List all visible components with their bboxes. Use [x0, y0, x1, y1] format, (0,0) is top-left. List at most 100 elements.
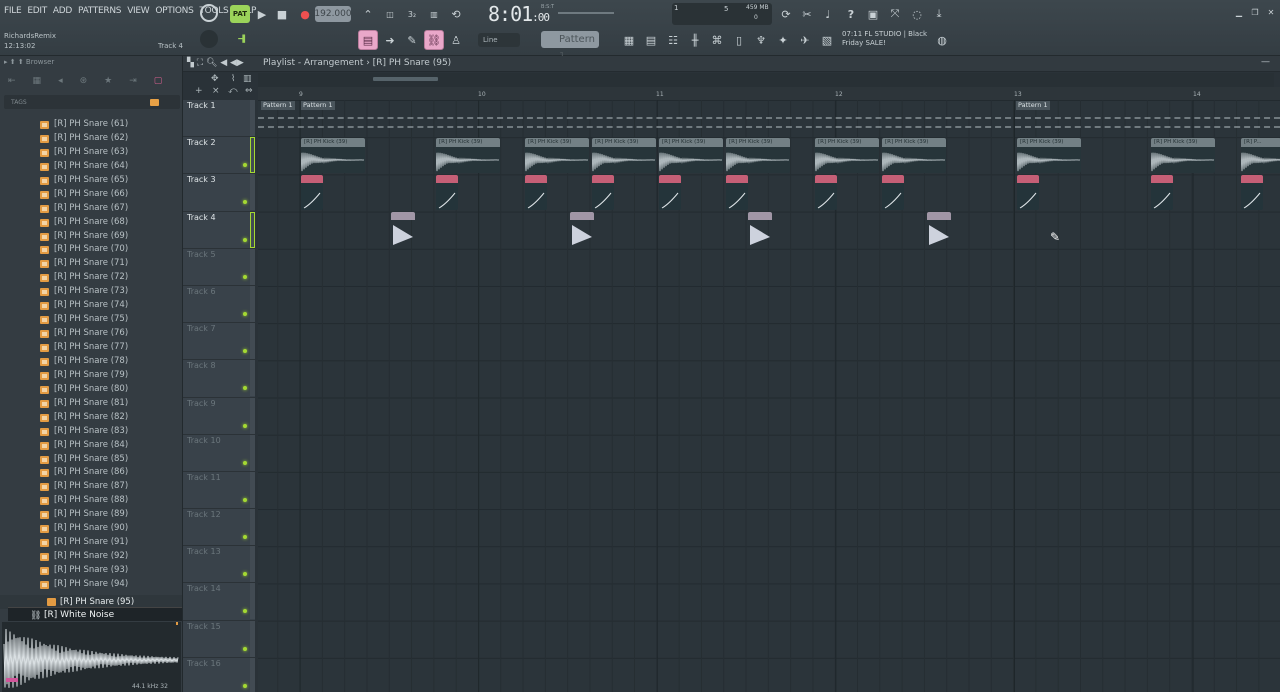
track-mute-led[interactable]	[243, 535, 247, 540]
track-header-4[interactable]: Track 4	[183, 211, 255, 249]
record-icon[interactable]: ●	[295, 4, 315, 24]
faders-icon[interactable]: ╫	[685, 30, 705, 50]
pattern-clip-label[interactable]: Pattern 1	[1016, 101, 1050, 110]
playlist-overview-scrollbar[interactable]	[258, 73, 1274, 87]
browser-list-item[interactable]: [R] PH Snare (91)	[0, 536, 182, 550]
track-mute-led[interactable]	[243, 237, 247, 242]
file-icon[interactable]: ▯	[729, 30, 749, 50]
network-icon[interactable]: ⌘	[707, 30, 727, 50]
browser-list-item[interactable]: [R] PH Snare (62)	[0, 132, 182, 146]
master-volume-knob[interactable]	[200, 4, 218, 22]
browser-list-item[interactable]: [R] PH Snare (85)	[0, 453, 182, 467]
menu-edit[interactable]: EDIT	[27, 6, 47, 16]
browser-list-item[interactable]: [R] PH Snare (87)	[0, 480, 182, 494]
globe-icon[interactable]: ◍	[932, 30, 952, 50]
snare-audio-clip[interactable]	[815, 175, 837, 210]
playlist-titlebar[interactable]: ▚ ⛶ 🔍︎ ◀ ◀▶ Playlist - Arrangement › [R]…	[183, 56, 1280, 72]
tags-toggle-icon[interactable]: ▢	[154, 76, 163, 86]
track-header-15[interactable]: Track 15	[183, 620, 255, 658]
song-position-display[interactable]: 8:01:00	[488, 2, 550, 26]
track-select-bar[interactable]	[250, 285, 255, 322]
wrap-icon[interactable]: ⤺	[228, 86, 238, 96]
track-select-bar[interactable]	[250, 323, 255, 360]
track-mute-led[interactable]	[243, 497, 247, 502]
browser-list-item[interactable]: [R] PH Snare (92)	[0, 550, 182, 564]
browser-list-item[interactable]: [R] PH Snare (67)	[0, 202, 182, 216]
close-icon[interactable]: ✕	[1265, 8, 1277, 18]
track-mute-led[interactable]	[243, 460, 247, 465]
forward-icon[interactable]: ⇥	[129, 76, 137, 86]
pattern-selector[interactable]: Pattern 1	[541, 31, 599, 62]
snap-selector[interactable]: Line	[478, 33, 520, 47]
track-header-5[interactable]: Track 5	[183, 248, 255, 286]
track-header-14[interactable]: Track 14	[183, 583, 255, 621]
tempo-display[interactable]: 192.000	[314, 6, 352, 22]
browser-list-item[interactable]: [R] PH Snare (61)	[0, 118, 182, 132]
sample-waveform-preview[interactable]	[2, 622, 181, 692]
kick-audio-clip[interactable]: [R] PH Kick (39)	[726, 138, 790, 173]
browser-list-item[interactable]: [R] PH Snare (80)	[0, 383, 182, 397]
song-position-slider[interactable]	[558, 12, 614, 14]
collapse-icon[interactable]: ⇤	[8, 76, 16, 86]
snare-audio-clip[interactable]	[301, 175, 323, 210]
star-icon[interactable]: ★	[104, 76, 112, 86]
kick-audio-clip[interactable]: [R] PH Kick (39)	[1017, 138, 1081, 173]
kick-audio-clip[interactable]: [R] PH Kick (39)	[592, 138, 656, 173]
browser-list-item[interactable]: [R] PH Snare (79)	[0, 369, 182, 383]
wait-input-icon[interactable]: ◫	[380, 4, 400, 24]
browser-list-item[interactable]: [R] PH Snare (65)	[0, 174, 182, 188]
track-select-bar[interactable]	[250, 657, 255, 692]
track-select-bar[interactable]	[250, 360, 255, 397]
track-header-10[interactable]: Track 10	[183, 434, 255, 472]
snap-icon[interactable]: ⌇	[231, 74, 235, 84]
kick-audio-clip[interactable]: [R] PH Kick (39)	[301, 138, 365, 173]
mixer-icon[interactable]: ☷	[663, 30, 683, 50]
browser-list-item[interactable]: [R] PH Snare (84)	[0, 439, 182, 453]
download-icon[interactable]: ⤓	[929, 4, 949, 24]
browser-list-item[interactable]: [R] PH Snare (82)	[0, 411, 182, 425]
track-header-9[interactable]: Track 9	[183, 397, 255, 435]
pattern-clip-label[interactable]: Pattern 1	[261, 101, 295, 110]
hat-audio-clip[interactable]	[570, 212, 594, 247]
browser-list-item[interactable]: [R] PH Snare (77)	[0, 341, 182, 355]
plugin-icon[interactable]: ♆	[751, 30, 771, 50]
track-mute-led[interactable]	[243, 200, 247, 205]
track-mute-led[interactable]	[243, 274, 247, 279]
browser-list-item[interactable]: [R] PH Snare (70)	[0, 243, 182, 257]
track-select-bar[interactable]	[250, 509, 255, 546]
track-mute-led[interactable]	[243, 349, 247, 354]
hat-audio-clip[interactable]	[927, 212, 951, 247]
paint-icon[interactable]: ♙	[446, 30, 466, 50]
menu-options[interactable]: OPTIONS	[155, 6, 193, 16]
browser-list-item[interactable]: [R] PH Snare (68)	[0, 216, 182, 230]
snare-audio-clip[interactable]	[726, 175, 748, 210]
track-select-bar[interactable]	[250, 174, 255, 211]
track-header-13[interactable]: Track 13	[183, 546, 255, 584]
browser-list-item[interactable]: [R] PH Snare (69)	[0, 230, 182, 244]
loop-record-icon[interactable]: ⟲	[446, 4, 466, 24]
step-edit-icon[interactable]: ▥	[424, 4, 444, 24]
track-mute-led[interactable]	[243, 609, 247, 614]
pages-icon[interactable]: ▦	[33, 76, 42, 86]
track-header-6[interactable]: Track 6	[183, 285, 255, 324]
browser-list-item[interactable]: [R] PH Snare (73)	[0, 285, 182, 299]
browser-list-item[interactable]: [R] PH Snare (94)	[0, 578, 182, 592]
kick-audio-clip[interactable]: [R] PH Kick (39)	[436, 138, 500, 173]
browser-list-item[interactable]: [R] PH Snare (71)	[0, 257, 182, 271]
track-header-8[interactable]: Track 8	[183, 360, 255, 398]
draw-icon[interactable]: ✎	[402, 30, 422, 50]
track-select-bar[interactable]	[250, 620, 255, 657]
menu-patterns[interactable]: PATTERNS	[78, 6, 121, 16]
snare-audio-clip[interactable]	[1151, 175, 1173, 210]
kick-audio-clip[interactable]: [R] PH Kick (39)	[659, 138, 723, 173]
overview-thumb[interactable]	[373, 77, 438, 81]
track-select-bar[interactable]	[250, 248, 255, 285]
track-mute-led[interactable]	[243, 311, 247, 316]
hat-audio-clip[interactable]	[748, 212, 772, 247]
snare-audio-clip[interactable]	[1017, 175, 1039, 210]
metronome-icon[interactable]: ⌃	[358, 4, 378, 24]
play-icon[interactable]: ▶	[252, 4, 272, 24]
minimize-icon[interactable]: ▁	[1233, 8, 1245, 18]
track-header-3[interactable]: Track 3	[183, 174, 255, 212]
hat-audio-clip[interactable]	[391, 212, 415, 247]
